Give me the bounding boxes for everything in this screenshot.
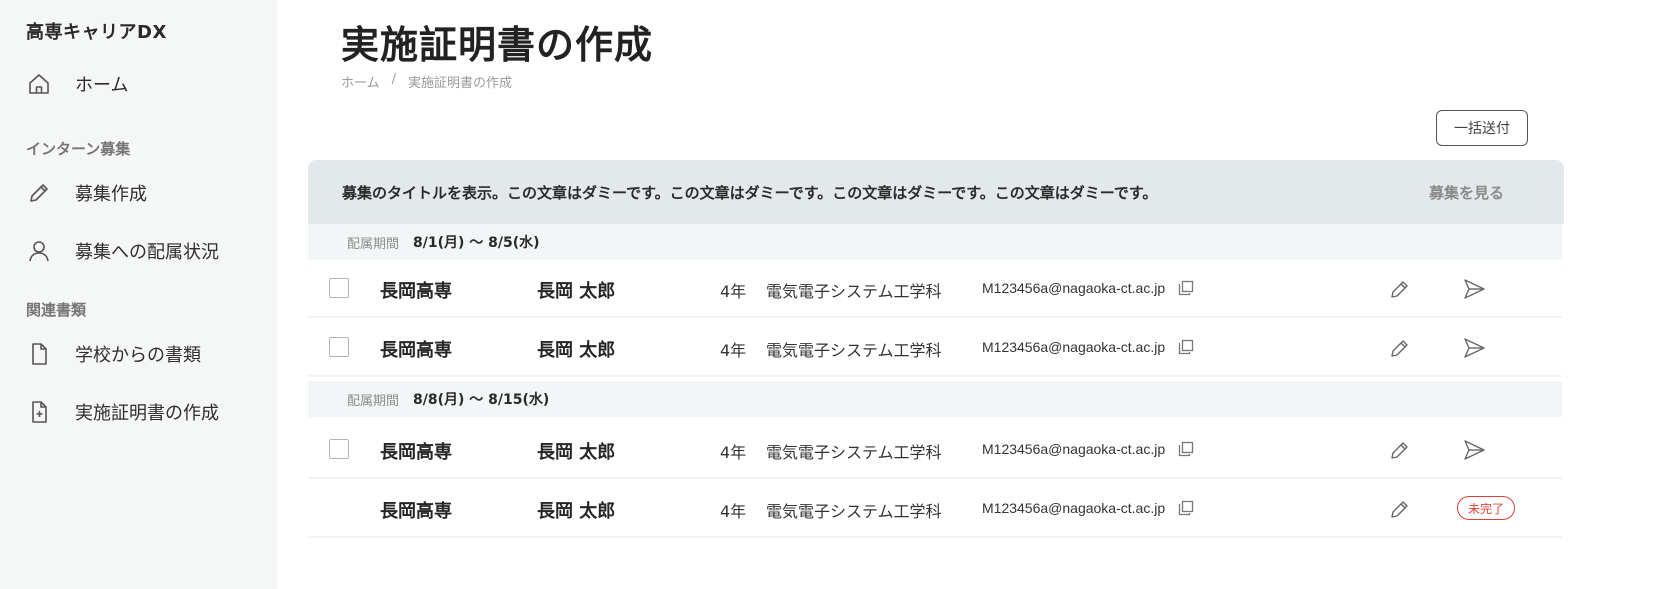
student-grade: 4年 [720,502,747,521]
table-row: 長岡高専 長岡 太郎 4年 電気電子システム工学科 M123456a@nagao… [308,319,1562,377]
period-label: 配属期間 [347,236,400,252]
table-row: 長岡高専 長岡 太郎 4年 電気電子システム工学科 M123456a@nagao… [308,260,1562,318]
row-checkbox[interactable] [329,439,349,459]
brand-logo[interactable]: 高専キャリアDX [26,18,167,44]
student-grade: 4年 [720,443,747,462]
sidebar-item-home[interactable]: ホーム [26,66,266,102]
breadcrumb-current: 実施証明書の作成 [408,76,513,91]
sidebar: 高専キャリアDX ホーム インターン募集 募集作成 募集への配属状況 関連書類 … [0,0,277,589]
table-row: 長岡高専 長岡 太郎 4年 電気電子システム工学科 M123456a@nagao… [308,480,1562,538]
edit-icon[interactable] [1388,277,1412,301]
copy-icon[interactable] [1177,279,1195,297]
period-header: 配属期間 8/8(月) 〜 8/15(水) [308,381,1562,417]
row-checkbox[interactable] [329,278,349,298]
table-row: 長岡高専 長岡 太郎 4年 電気電子システム工学科 M123456a@nagao… [308,421,1562,479]
status-badge: 未完了 [1457,496,1516,520]
breadcrumb: ホーム / 実施証明書の作成 [341,72,512,91]
section-label-intern: インターン募集 [26,140,131,158]
student-department: 電気電子システム工学科 [766,282,942,301]
sidebar-item-label: 募集作成 [75,184,147,205]
sidebar-item-school-documents[interactable]: 学校からの書類 [26,336,266,372]
view-recruitment-link[interactable]: 募集を見る [1429,182,1504,203]
edit-icon[interactable] [1388,438,1412,462]
sidebar-item-label: 募集への配属状況 [75,242,219,263]
student-department: 電気電子システム工学科 [766,502,942,521]
student-name: 長岡 太郎 [537,340,616,361]
student-department: 電気電子システム工学科 [766,341,942,360]
student-grade: 4年 [720,282,747,301]
sidebar-item-label: 実施証明書の作成 [75,403,219,424]
student-department: 電気電子システム工学科 [766,443,942,462]
document-add-icon [26,398,60,426]
copy-icon[interactable] [1177,440,1195,458]
recruitment-panel-header: 募集のタイトルを表示。この文章はダミーです。この文章はダミーです。この文章はダミ… [308,160,1564,224]
sidebar-item-label: ホーム [75,75,129,96]
period-header: 配属期間 8/1(月) 〜 8/5(水) [308,224,1562,260]
sidebar-item-certificate[interactable]: 実施証明書の作成 [26,394,266,430]
send-icon[interactable] [1461,335,1487,361]
document-icon [26,340,60,368]
sidebar-item-label: 学校からの書類 [75,345,201,366]
edit-icon[interactable] [1388,336,1412,360]
sidebar-item-create-recruitment[interactable]: 募集作成 [26,175,266,211]
student-email: M123456a@nagaoka-ct.ac.jp [982,441,1166,457]
student-name: 長岡 太郎 [537,501,616,522]
period-value: 8/8(月) 〜 8/15(水) [413,392,550,408]
bulk-send-button[interactable]: 一括送付 [1436,110,1528,146]
user-icon [26,237,60,265]
send-icon[interactable] [1461,437,1487,463]
school-name: 長岡高専 [380,501,452,522]
home-icon [26,70,60,98]
pencil-icon [26,179,60,207]
school-name: 長岡高専 [380,340,452,361]
breadcrumb-home[interactable]: ホーム [341,72,380,91]
breadcrumb-separator: / [391,72,397,87]
app: 高専キャリアDX ホーム インターン募集 募集作成 募集への配属状況 関連書類 … [0,0,1664,589]
student-email: M123456a@nagaoka-ct.ac.jp [982,280,1166,296]
row-checkbox[interactable] [329,337,349,357]
send-icon[interactable] [1461,276,1487,302]
period-label: 配属期間 [347,393,400,409]
copy-icon[interactable] [1177,338,1195,356]
sidebar-item-assignment-status[interactable]: 募集への配属状況 [26,233,266,269]
page-title: 実施証明書の作成 [341,23,654,67]
student-email: M123456a@nagaoka-ct.ac.jp [982,339,1166,355]
period-value: 8/1(月) 〜 8/5(水) [413,235,540,251]
recruitment-title: 募集のタイトルを表示。この文章はダミーです。この文章はダミーです。この文章はダミ… [342,184,1158,202]
student-grade: 4年 [720,341,747,360]
school-name: 長岡高専 [380,281,452,302]
student-email: M123456a@nagaoka-ct.ac.jp [982,500,1166,516]
edit-icon[interactable] [1388,497,1412,521]
section-label-documents: 関連書類 [26,301,87,319]
copy-icon[interactable] [1177,499,1195,517]
school-name: 長岡高専 [380,442,452,463]
student-name: 長岡 太郎 [537,281,616,302]
student-name: 長岡 太郎 [537,442,616,463]
